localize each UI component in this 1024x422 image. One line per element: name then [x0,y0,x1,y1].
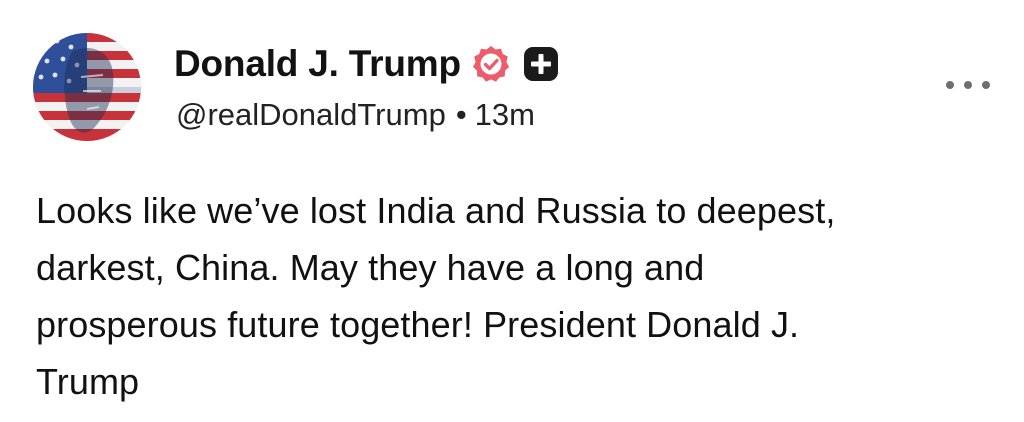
more-options-dot [964,81,972,89]
post-text-line: prosperous future together! President Do… [36,304,800,345]
verified-badge-icon [471,44,511,84]
post-card: Donald J. Trump @realDonaldTrump • 13m Loo… [0,0,1024,422]
more-options-icon[interactable] [946,74,990,96]
more-options-dot [946,81,954,89]
post-timestamp[interactable]: 13m [475,97,535,132]
author-avatar[interactable] [33,33,141,141]
meta-separator: • [455,97,467,132]
plus-badge-icon [521,44,561,84]
post-text: Looks like we’ve lost India and Russia t… [36,182,996,410]
flag-portrait-icon [33,33,141,141]
author-meta-row: @realDonaldTrump • 13m [176,97,535,133]
author-name-row: Donald J. Trump [174,40,561,88]
post-text-line: Trump [36,361,140,402]
post-text-line: darkest, China. May they have a long and [36,247,705,288]
post-text-line: Looks like we’ve lost India and Russia t… [36,190,836,231]
more-options-dot [982,81,990,89]
author-display-name[interactable]: Donald J. Trump [174,43,461,85]
author-handle[interactable]: @realDonaldTrump [176,97,446,132]
